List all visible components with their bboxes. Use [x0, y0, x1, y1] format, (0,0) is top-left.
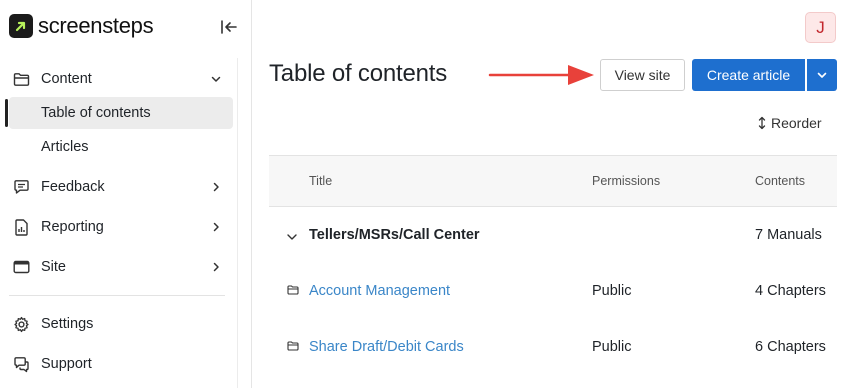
sidebar-scrollbar[interactable]: [237, 58, 251, 388]
folder-icon: [287, 285, 299, 295]
sidebar-item-label: Table of contents: [41, 105, 151, 121]
create-article-button[interactable]: Create article: [692, 59, 805, 91]
support-icon: [12, 355, 30, 373]
row-title[interactable]: Tellers/MSRs/Call Center: [309, 227, 480, 243]
sidebar-item-settings[interactable]: Settings: [9, 308, 233, 340]
sidebar-item-content[interactable]: Content: [9, 63, 233, 95]
chevron-down-icon: [817, 72, 827, 78]
reorder-button[interactable]: Reorder: [757, 113, 822, 133]
chevron-down-icon[interactable]: [286, 231, 298, 243]
row-permissions: Public: [592, 283, 632, 299]
page-title: Table of contents: [269, 60, 448, 87]
sidebar-item-label: Articles: [41, 139, 89, 155]
sidebar-item-reporting[interactable]: Reporting: [9, 211, 233, 243]
create-article-dropdown-button[interactable]: [807, 59, 837, 91]
table-row[interactable]: Tellers/MSRs/Call Center 7 Manuals: [269, 207, 837, 263]
sidebar-item-label: Content: [41, 71, 92, 87]
chevron-down-icon: [209, 72, 223, 86]
sidebar-item-label: Feedback: [41, 179, 105, 195]
chat-icon: [12, 178, 30, 196]
browser-icon: [12, 258, 30, 276]
column-header-title[interactable]: Title: [309, 174, 332, 188]
row-contents: 4 Chapters: [755, 283, 826, 299]
sidebar-item-label: Site: [41, 259, 66, 275]
pointer-arrow-icon: [488, 65, 594, 85]
chevron-right-icon: [209, 180, 223, 194]
gear-icon: [12, 315, 30, 333]
row-title-link[interactable]: Share Draft/Debit Cards: [309, 339, 464, 355]
collapse-left-icon: [221, 20, 237, 34]
row-contents: 6 Chapters: [755, 339, 826, 355]
table-row[interactable]: Account Management Public 4 Chapters: [269, 263, 837, 319]
avatar[interactable]: J: [805, 12, 836, 43]
collapse-sidebar-button[interactable]: [218, 17, 240, 37]
table-row[interactable]: Share Draft/Debit Cards Public 6 Chapter…: [269, 319, 837, 375]
sidebar-divider: [9, 295, 225, 296]
view-site-button[interactable]: View site: [600, 59, 685, 91]
folder-icon: [287, 341, 299, 351]
row-contents: 7 Manuals: [755, 227, 822, 243]
sort-arrows-icon: [757, 116, 767, 130]
sidebar-item-table-of-contents[interactable]: Table of contents: [5, 97, 233, 129]
logo-mark-icon: [9, 14, 33, 38]
logo[interactable]: screensteps: [9, 13, 154, 39]
sidebar-item-site[interactable]: Site: [9, 251, 233, 283]
folder-icon: [12, 70, 30, 88]
report-icon: [12, 218, 30, 236]
chevron-right-icon: [209, 260, 223, 274]
sidebar-item-feedback[interactable]: Feedback: [9, 171, 233, 203]
reorder-label: Reorder: [771, 115, 822, 131]
sidebar-item-label: Settings: [41, 316, 94, 332]
sidebar-item-label: Reporting: [41, 219, 104, 235]
sidebar-item-label: Support: [41, 356, 92, 372]
row-title-link[interactable]: Account Management: [309, 283, 450, 299]
row-permissions: Public: [592, 339, 632, 355]
sidebar-item-support[interactable]: Support: [9, 348, 233, 380]
sidebar: screensteps Content Table of contents Ar…: [0, 0, 252, 388]
column-header-contents[interactable]: Contents: [755, 174, 805, 188]
sidebar-item-articles[interactable]: Articles: [9, 131, 233, 163]
logo-text: screensteps: [38, 13, 154, 38]
column-header-permissions[interactable]: Permissions: [592, 174, 660, 188]
table-header: Title Permissions Contents: [269, 155, 837, 207]
chevron-right-icon: [209, 220, 223, 234]
